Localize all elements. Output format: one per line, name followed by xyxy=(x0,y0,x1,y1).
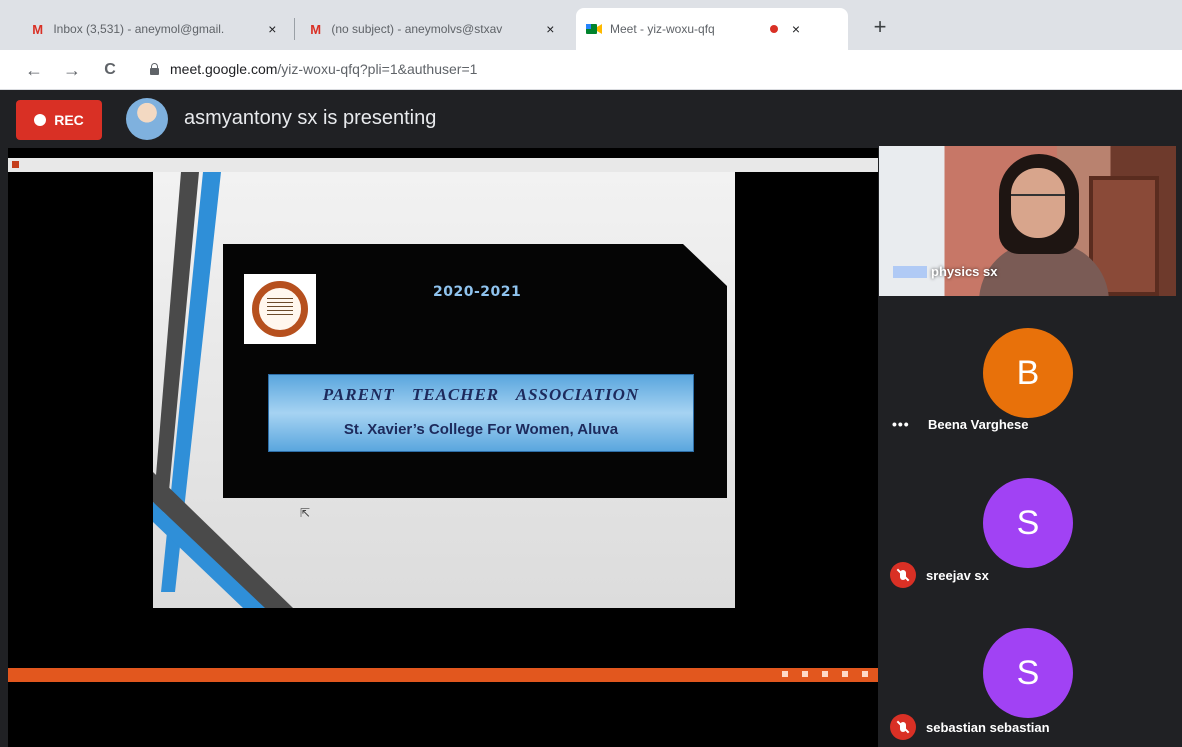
participant-name: Beena Varghese xyxy=(928,416,1029,432)
participant-label-beena: ••• Beena Varghese xyxy=(892,416,1028,432)
tab-title: Meet - yiz-woxu-qfq xyxy=(610,22,715,36)
pta-title: PARENT TEACHER ASSOCIATION xyxy=(322,385,640,404)
more-options-icon[interactable]: ••• xyxy=(892,416,916,432)
slide-sorter-icon xyxy=(802,671,808,677)
mic-muted-icon xyxy=(890,714,916,740)
college-name: St. Xavier’s College For Women, Aluva xyxy=(343,421,619,438)
tab-title: Inbox (3,531) - aneymol@gmail. xyxy=(53,22,225,36)
tab-no-subject[interactable]: M (no subject) - aneymolvs@stxav × xyxy=(298,8,568,50)
back-button[interactable]: ← xyxy=(22,58,46,82)
record-dot-icon xyxy=(34,114,47,126)
recording-indicator-icon xyxy=(770,25,778,33)
powerpoint-icon xyxy=(12,161,19,168)
participant-name: physics sx xyxy=(893,264,998,279)
close-icon[interactable]: × xyxy=(265,21,280,37)
pin-icon xyxy=(893,265,927,278)
slide-year: 2020-2021 xyxy=(433,284,522,300)
meet-icon xyxy=(586,22,602,36)
close-icon[interactable]: × xyxy=(543,21,558,37)
participant-label-sebastian: sebastian sebastian xyxy=(890,714,1050,740)
meet-window: REC asmyantony sx is presenting 2020-202… xyxy=(8,90,1182,747)
url-path: /yiz-woxu-qfq?pli=1&authuser=1 xyxy=(277,61,478,77)
participant-name: sreejav sx xyxy=(926,567,989,583)
tab-meet[interactable]: Meet - yiz-woxu-qfq × xyxy=(576,8,848,50)
address-bar: ← → C meet.google.com/yiz-woxu-qfq?pli=1… xyxy=(0,50,1182,90)
participant-name-text: physics sx xyxy=(931,264,998,279)
close-icon[interactable]: × xyxy=(788,21,804,37)
normal-view-icon xyxy=(782,671,788,677)
participant-avatar-sreejav[interactable]: S xyxy=(983,478,1073,568)
lock-icon[interactable] xyxy=(150,63,159,75)
participant-tile-physics[interactable]: physics sx xyxy=(879,146,1176,296)
college-logo xyxy=(244,274,316,344)
browser-tab-bar: M Inbox (3,531) - aneymol@gmail. × M (no… xyxy=(0,0,1182,50)
reading-view-icon xyxy=(822,671,828,677)
new-tab-button[interactable]: + xyxy=(868,14,892,40)
screen-share: 2020-2021 PARENT TEACHER ASSOCIATION St.… xyxy=(8,158,878,688)
tab-divider xyxy=(294,18,295,40)
gmail-icon: M xyxy=(32,21,44,37)
presenting-status: asmyantony sx is presenting xyxy=(184,107,437,129)
slide-view-controls xyxy=(782,671,868,677)
zoom-icon xyxy=(862,671,868,677)
participant-avatar-beena[interactable]: B xyxy=(983,328,1073,418)
presentation-slide: 2020-2021 PARENT TEACHER ASSOCIATION St.… xyxy=(153,172,735,608)
mouse-cursor-icon: ⇱ xyxy=(300,506,311,520)
rec-label: REC xyxy=(54,112,84,128)
tab-title: (no subject) - aneymolvs@stxav xyxy=(331,22,503,36)
reload-button[interactable]: C xyxy=(98,58,122,82)
url-host: meet.google.com xyxy=(170,61,278,77)
shared-window-statusbar xyxy=(8,668,878,682)
gmail-icon: M xyxy=(310,21,322,37)
slideshow-icon xyxy=(842,671,848,677)
tab-inbox[interactable]: M Inbox (3,531) - aneymol@gmail. × xyxy=(20,8,290,50)
shared-window-titlebar xyxy=(8,158,878,172)
pta-banner: PARENT TEACHER ASSOCIATION St. Xavier’s … xyxy=(268,374,694,452)
mic-muted-icon xyxy=(890,562,916,588)
participant-avatar-sebastian[interactable]: S xyxy=(983,628,1073,718)
forward-button[interactable]: → xyxy=(60,58,84,82)
recording-badge[interactable]: REC xyxy=(16,100,102,140)
presenter-avatar xyxy=(126,98,168,140)
participant-label-sreejav: sreejav sx xyxy=(890,562,989,588)
participant-name: sebastian sebastian xyxy=(926,719,1050,735)
url-field[interactable]: meet.google.com/yiz-woxu-qfq?pli=1&authu… xyxy=(170,61,477,77)
